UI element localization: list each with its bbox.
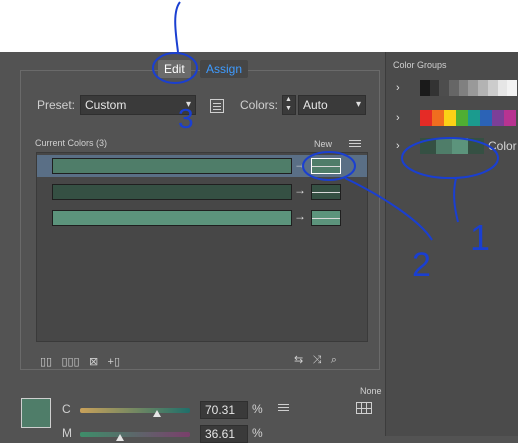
new-color-swatch[interactable] [311,210,341,226]
group-swatch[interactable] [497,80,508,96]
group-swatch[interactable] [504,110,516,126]
color-group-name: Color [488,139,517,153]
colors-stepper[interactable]: ▲ ▼ [282,95,296,115]
chevron-right-icon[interactable]: › [396,82,400,94]
chevron-right-icon[interactable]: › [396,112,400,124]
tab-edit[interactable]: Edit [158,60,191,78]
preset-options-icon[interactable] [210,99,224,113]
swatch-divider [312,166,340,167]
group-swatch[interactable] [432,110,444,126]
new-row-icon[interactable]: +▯ [108,355,120,368]
channel-label: C [62,402,71,416]
group-swatch[interactable] [480,110,492,126]
arrow-right-icon[interactable]: → [294,183,306,197]
group-swatch[interactable] [420,80,430,96]
list-tools-right: ⇆ ⤨ ⌕ [294,352,343,367]
slider-thumb[interactable] [116,434,125,441]
slider-menu-icon[interactable] [278,404,289,411]
group-swatch[interactable] [478,80,488,96]
active-color-swatch[interactable] [21,398,51,428]
find-color-icon[interactable]: ⌕ [331,354,337,367]
chevron-down-icon: ▾ [185,99,191,110]
swatch-divider [312,192,340,193]
slider-thumb[interactable] [153,410,162,417]
chevron-down-icon: ▼ [285,105,292,112]
channel-label: M [62,426,72,440]
channel-slider[interactable] [80,408,190,413]
group-swatch[interactable] [468,80,479,96]
preset-label: Preset: [37,98,76,112]
group-swatch[interactable] [429,80,440,96]
preset-value: Custom [85,98,127,112]
randomize-saturation-icon[interactable]: ⤨ [313,354,322,367]
tab-assign[interactable]: Assign [200,60,249,78]
swatch-divider [312,218,340,219]
color-group-row[interactable]: › [396,80,518,100]
color-groups-title: Color Groups [393,60,447,70]
color-group-swatches[interactable] [420,80,517,96]
unit-label: % [252,402,263,416]
group-swatch[interactable] [420,110,432,126]
separate-colors-icon[interactable]: ▯▯▯ [61,355,79,368]
group-swatch[interactable] [452,138,468,154]
new-colors-label: New [314,139,333,149]
background-top [0,0,518,52]
preset-select[interactable]: Custom ▾ [80,95,196,115]
current-colors-label: Current Colors (3) [35,138,108,148]
color-group-row[interactable]: › Color [396,138,518,158]
group-swatch[interactable] [468,138,484,154]
color-row[interactable]: → [37,155,367,177]
none-label: None [360,386,382,396]
channel-value-input[interactable]: 70.31 [200,401,248,419]
color-group-swatches[interactable] [420,110,516,126]
colors-label: Colors: [240,98,279,112]
color-group-swatches[interactable] [420,138,484,154]
arrow-right-icon[interactable]: → [294,209,306,223]
channel-slider[interactable] [80,432,190,437]
merge-colors-icon[interactable]: ▯▯ [40,355,52,368]
current-color-bar[interactable] [52,210,292,226]
chevron-down-icon: ▾ [355,99,361,110]
group-swatch[interactable] [444,110,456,126]
group-swatch[interactable] [449,80,459,96]
group-swatch[interactable] [507,80,517,96]
colors-select[interactable]: Auto ▾ [298,95,366,115]
chevron-right-icon[interactable]: › [396,140,400,152]
chevron-up-icon: ▲ [285,96,292,103]
arrow-right-icon[interactable]: → [294,157,306,171]
exclude-colors-icon[interactable]: ⊠ [89,355,98,368]
randomize-order-icon[interactable]: ⇆ [294,353,303,366]
channel-value-input[interactable]: 36.61 [200,425,248,443]
new-color-swatch[interactable] [311,158,341,174]
colors-value: Auto [303,98,328,112]
list-menu-icon[interactable] [349,139,361,147]
current-color-bar[interactable] [52,184,292,200]
group-swatch[interactable] [468,110,480,126]
group-swatch[interactable] [492,110,504,126]
current-color-bar[interactable] [52,158,292,174]
group-swatch[interactable] [456,110,468,126]
list-tools-left: ▯▯ ▯▯▯ ⊠ +▯ [40,354,126,368]
new-color-swatch[interactable] [311,184,341,200]
color-mode-grid-icon[interactable] [356,402,372,414]
group-swatch[interactable] [458,80,469,96]
unit-label: % [252,426,263,440]
color-group-row[interactable]: › [396,110,518,130]
color-row[interactable]: → [37,181,367,203]
group-swatch[interactable] [487,80,498,96]
group-swatch[interactable] [436,138,452,154]
group-swatch[interactable] [420,138,436,154]
color-row[interactable]: → [37,207,367,229]
group-swatch[interactable] [439,80,450,96]
